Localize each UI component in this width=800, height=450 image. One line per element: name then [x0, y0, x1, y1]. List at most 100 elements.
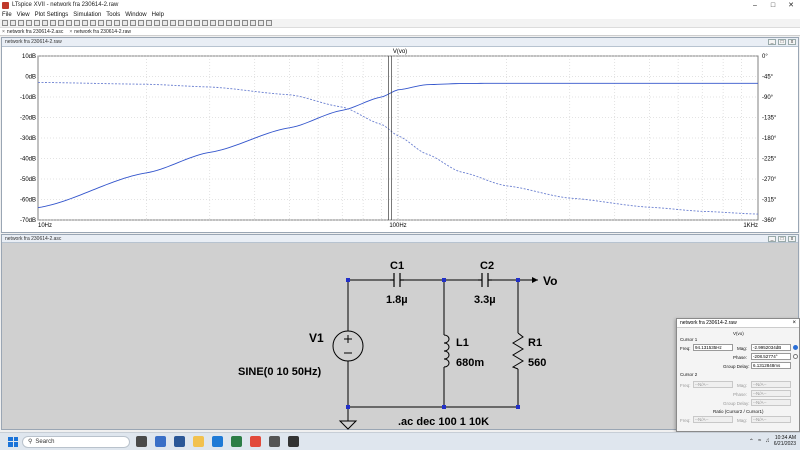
window-minimize-button[interactable]: _ — [768, 39, 776, 45]
close-icon[interactable]: × — [792, 320, 796, 326]
close-icon[interactable]: × — [69, 29, 72, 35]
resistor-r1[interactable] — [511, 332, 524, 370]
excel-icon[interactable] — [231, 436, 242, 447]
taskbar: ⚲ Search ⌃ ≈ ♫ 10:34 AM 6/21/2023 — [0, 432, 800, 450]
menu-file[interactable]: File — [2, 12, 12, 18]
v1-value[interactable]: SINE(0 10 50Hz) — [238, 366, 321, 378]
window-restore-button[interactable]: □ — [778, 236, 786, 242]
window-restore-button[interactable]: □ — [778, 39, 786, 45]
toolbar-button[interactable] — [202, 20, 208, 26]
toolbar-button[interactable] — [266, 20, 272, 26]
freq-field[interactable]: 94.131535Hz — [693, 344, 733, 351]
bode-plot[interactable]: 10dB 0° 0dB -45° -10dB -90° -20dB -135° -30dB -18… — [2, 48, 798, 232]
wifi-icon[interactable]: ≈ — [758, 438, 761, 444]
toolbar-button[interactable] — [170, 20, 176, 26]
l1-value[interactable]: 680m — [456, 357, 484, 369]
volume-icon[interactable]: ♫ — [765, 438, 770, 444]
chrome-icon[interactable] — [250, 436, 261, 447]
mag-radio[interactable] — [793, 345, 798, 350]
title-bar: LTspice XVII - network fra 230614-2.raw … — [0, 0, 800, 10]
group-delay-field[interactable]: 6.1312848ms — [751, 362, 791, 369]
c2-name[interactable]: C2 — [480, 260, 494, 272]
toolbar-button[interactable] — [114, 20, 120, 26]
close-icon[interactable]: × — [2, 29, 5, 35]
toolbar-button[interactable] — [10, 20, 16, 26]
trace-label[interactable]: V(vo) — [393, 49, 407, 55]
v1-name[interactable]: V1 — [309, 331, 324, 345]
c2-value[interactable]: 3.3µ — [474, 294, 496, 306]
voltage-source-v1[interactable] — [332, 330, 364, 362]
r1-name[interactable]: R1 — [528, 337, 542, 349]
toolbar-button[interactable] — [58, 20, 64, 26]
window-close-button[interactable]: x — [788, 39, 796, 45]
minimize-button[interactable]: – — [746, 0, 764, 10]
toolbar-button[interactable] — [130, 20, 136, 26]
toolbar-button[interactable] — [162, 20, 168, 26]
toolbar-button[interactable] — [194, 20, 200, 26]
r1-value[interactable]: 560 — [528, 357, 546, 369]
toolbar-button[interactable] — [258, 20, 264, 26]
l1-name[interactable]: L1 — [456, 337, 469, 349]
close-button[interactable]: ✕ — [782, 0, 800, 10]
maximize-button[interactable]: □ — [764, 0, 782, 10]
windows-start-icon[interactable] — [8, 436, 18, 447]
window-minimize-button[interactable]: _ — [768, 236, 776, 242]
menu-plot-settings[interactable]: Plot Settings — [35, 12, 69, 18]
cursor2-mag-field: --N/A-- — [751, 381, 791, 388]
mag-field[interactable]: -2.9952034dB — [751, 344, 791, 351]
task-view-icon[interactable] — [136, 436, 147, 447]
toolbar-button[interactable] — [50, 20, 56, 26]
toolbar-button[interactable] — [154, 20, 160, 26]
toolbar-button[interactable] — [210, 20, 216, 26]
toolbar-button[interactable] — [178, 20, 184, 26]
tab-schematic[interactable]: × network fra 230614-2.asc — [2, 29, 63, 35]
store-icon[interactable] — [174, 436, 185, 447]
spice-directive[interactable]: .ac dec 100 1 10K — [398, 416, 489, 428]
toolbar-button[interactable] — [138, 20, 144, 26]
edge-icon[interactable] — [212, 436, 223, 447]
menu-tools[interactable]: Tools — [106, 12, 120, 18]
menu-window[interactable]: Window — [125, 12, 146, 18]
toolbar-button[interactable] — [106, 20, 112, 26]
ground-symbol[interactable] — [338, 420, 358, 430]
plot-grid — [37, 55, 759, 221]
toolbar-button[interactable] — [250, 20, 256, 26]
toolbar-button[interactable] — [82, 20, 88, 26]
toolbar-button[interactable] — [26, 20, 32, 26]
menu-help[interactable]: Help — [152, 12, 164, 18]
toolbar-button[interactable] — [42, 20, 48, 26]
clock[interactable]: 10:34 AM 6/21/2023 — [774, 435, 796, 447]
tab-waveform[interactable]: × network fra 230614-2.raw — [69, 29, 131, 35]
widgets-icon[interactable] — [155, 436, 166, 447]
taskbar-search[interactable]: ⚲ Search — [22, 435, 130, 448]
inductor-l1[interactable] — [443, 334, 450, 368]
toolbar-button[interactable] — [234, 20, 240, 26]
c1-value[interactable]: 1.8µ — [386, 294, 408, 306]
toolbar-button[interactable] — [226, 20, 232, 26]
toolbar-button[interactable] — [34, 20, 40, 26]
chevron-up-icon[interactable]: ⌃ — [749, 438, 754, 445]
toolbar-button[interactable] — [98, 20, 104, 26]
toolbar-button[interactable] — [186, 20, 192, 26]
file-explorer-icon[interactable] — [193, 436, 204, 447]
toolbar-button[interactable] — [2, 20, 8, 26]
c1-name[interactable]: C1 — [390, 260, 404, 272]
capacitor-c1[interactable] — [390, 273, 404, 287]
toolbar-button[interactable] — [90, 20, 96, 26]
toolbar-button[interactable] — [242, 20, 248, 26]
menu-simulation[interactable]: Simulation — [73, 12, 101, 18]
phase-field[interactable]: -208.52774° — [751, 353, 791, 360]
toolbar-button[interactable] — [146, 20, 152, 26]
toolbar-button[interactable] — [218, 20, 224, 26]
window-close-button[interactable]: x — [788, 236, 796, 242]
menu-view[interactable]: View — [17, 12, 30, 18]
toolbar-button[interactable] — [66, 20, 72, 26]
toolbar-button[interactable] — [18, 20, 24, 26]
toolbar-button[interactable] — [74, 20, 80, 26]
toolbar-button[interactable] — [122, 20, 128, 26]
phase-radio[interactable] — [793, 354, 798, 359]
ltspice-taskbar-icon[interactable] — [269, 436, 280, 447]
net-label-vo[interactable]: Vo — [543, 274, 557, 288]
terminal-icon[interactable] — [288, 436, 299, 447]
capacitor-c2[interactable] — [478, 273, 492, 287]
